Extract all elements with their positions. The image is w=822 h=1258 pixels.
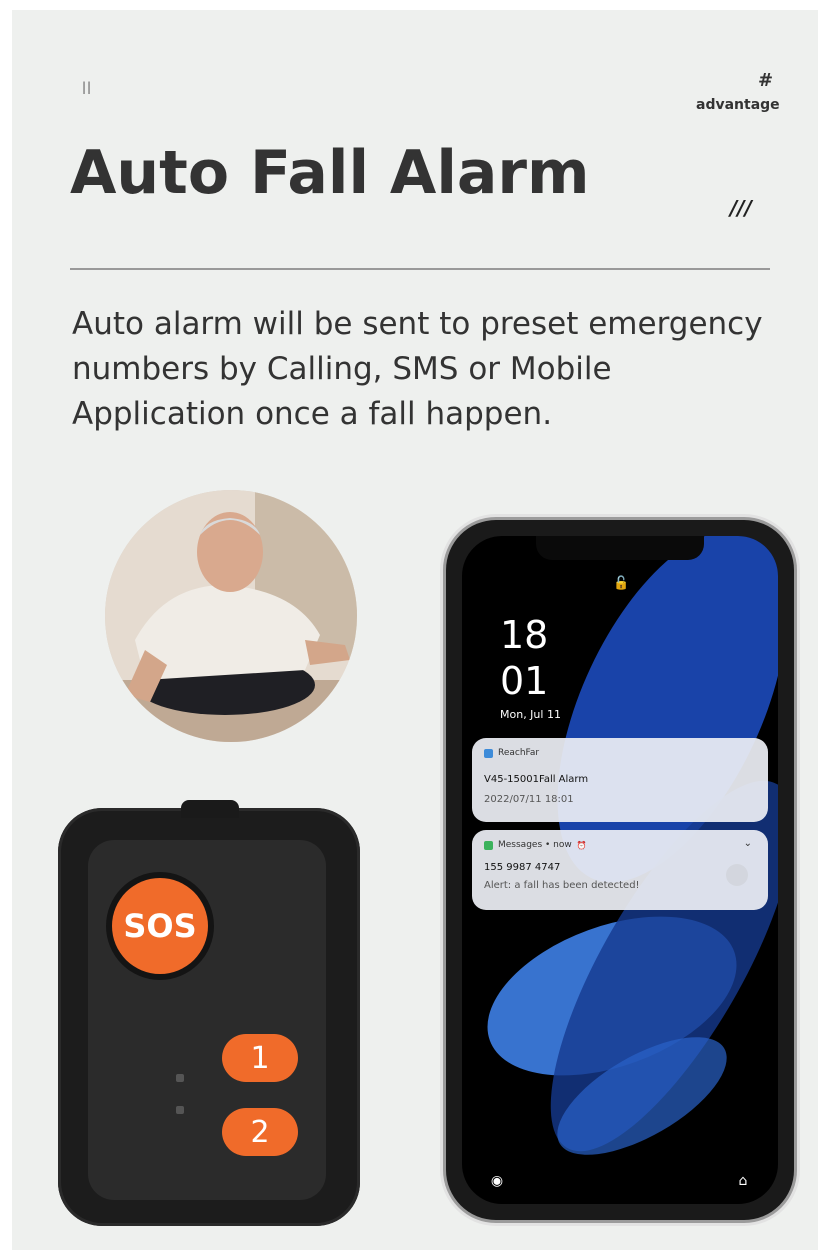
- indicator-light: [176, 1074, 184, 1082]
- lock-icon: 🔓: [613, 576, 630, 591]
- time-minute: 01: [500, 659, 549, 703]
- lock-screen-time: 18 01: [500, 612, 548, 704]
- indicator-light: [176, 1106, 184, 1114]
- messages-app-icon: [484, 840, 493, 850]
- notification-app-name: ReachFar: [498, 748, 540, 758]
- notification-time: 2022/07/11 18:01: [484, 794, 574, 805]
- lock-screen-date: Mon, Jul 11: [500, 708, 561, 721]
- notification-app-name: Messages • now: [498, 840, 572, 850]
- sos-button[interactable]: SOS: [112, 878, 208, 974]
- speed-dial-button-1[interactable]: 1: [222, 1034, 298, 1082]
- notification-message: Alert: a fall has been detected!: [484, 880, 640, 891]
- avatar: [726, 864, 748, 886]
- hash-mark: #: [758, 70, 774, 91]
- time-hour: 18: [500, 613, 549, 657]
- elderly-fall-photo: [105, 490, 357, 742]
- description-text: Auto alarm will be sent to preset emerge…: [72, 306, 763, 432]
- notification-title: V45-15001Fall Alarm: [484, 774, 589, 785]
- sender-number: 155 9987 4747: [484, 862, 561, 873]
- phone-lock-screen: 🔓 18 01 Mon, Jul 11 ReachFar V45-15001Fa…: [462, 536, 778, 1204]
- camera-icon[interactable]: ⌂: [734, 1172, 752, 1190]
- corner-mark: ||: [82, 80, 93, 94]
- notification-app-row: Messages • now ⏰: [484, 840, 587, 850]
- flashlight-icon[interactable]: ◉: [488, 1172, 506, 1190]
- chevron-down-icon[interactable]: ⌄: [744, 838, 752, 849]
- notification-messages[interactable]: Messages • now ⏰ ⌄ 155 9987 4747 Alert: …: [472, 830, 768, 910]
- notification-app-row: ReachFar: [484, 748, 539, 758]
- slash-decoration: ///: [730, 196, 752, 220]
- lanyard-clip: [181, 800, 239, 818]
- speed-dial-button-2[interactable]: 2: [222, 1108, 298, 1156]
- smartphone: 🔓 18 01 Mon, Jul 11 ReachFar V45-15001Fa…: [446, 520, 794, 1220]
- notification-reachfar[interactable]: ReachFar V45-15001Fall Alarm 2022/07/11 …: [472, 738, 768, 822]
- alarm-bell-icon: ⏰: [576, 840, 587, 850]
- elderly-man-illustration: [105, 490, 357, 742]
- notch: [536, 536, 704, 560]
- sos-device: [58, 800, 360, 1226]
- advantage-tag: advantage: [696, 97, 780, 113]
- reachfar-app-icon: [484, 748, 493, 758]
- divider: [70, 268, 770, 270]
- page-title: Auto Fall Alarm: [70, 138, 590, 208]
